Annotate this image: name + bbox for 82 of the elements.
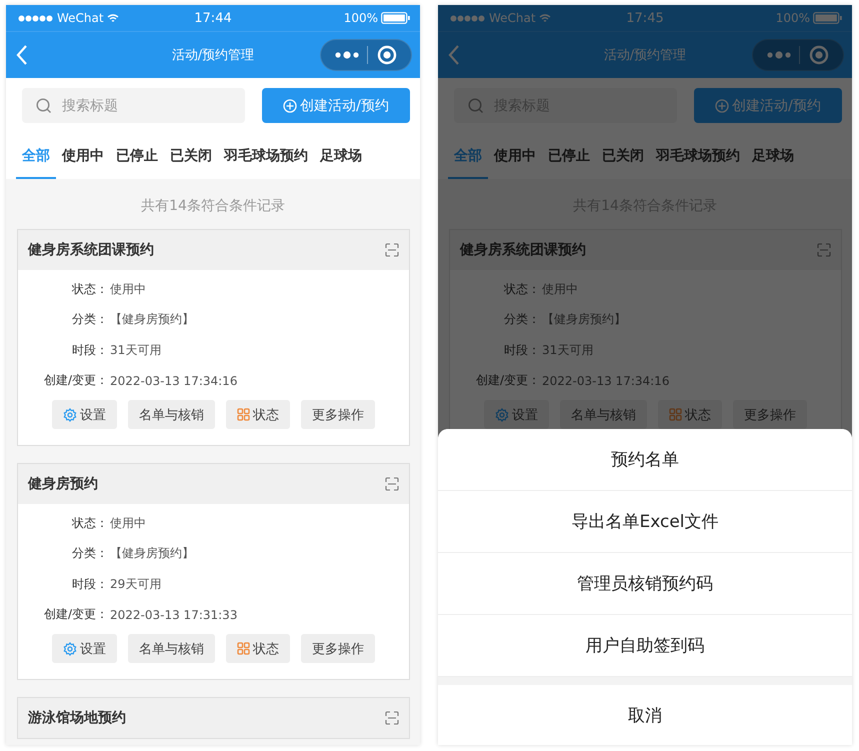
field-value: 31天可用 (109, 342, 162, 359)
scan-icon[interactable] (385, 243, 399, 257)
field-value: 使用中 (541, 280, 578, 298)
field-label: 分类： (503, 311, 540, 328)
carrier-name: WeChat (489, 11, 536, 25)
action-button[interactable]: 名单与核销 (128, 634, 215, 663)
sheet-option[interactable]: 预约名单 (438, 429, 852, 491)
page-title: 活动/预约管理 (172, 47, 254, 64)
filter-tab[interactable]: 已停止 (110, 123, 164, 179)
close-circle-icon[interactable] (376, 45, 397, 65)
field-value: 29天可用 (109, 576, 162, 593)
carrier-name: WeChat (57, 11, 104, 25)
battery-icon (813, 12, 842, 24)
action-button[interactable]: 设置 (52, 634, 117, 663)
plus-circle-icon (283, 98, 298, 112)
filter-tab[interactable]: 足球场 (314, 123, 368, 179)
field-label: 时段： (503, 342, 540, 359)
action-button[interactable]: 设置 (52, 400, 117, 429)
battery-percent: 100% (776, 11, 810, 25)
card-title: 健身房预约 (28, 475, 98, 493)
search-icon (36, 98, 52, 114)
field-label: 创建/变更： (474, 372, 540, 390)
filter-tab[interactable]: 羽毛球场预约 (218, 123, 314, 179)
close-circle-icon[interactable] (808, 45, 829, 65)
field-label: 时段： (71, 576, 108, 593)
back-icon[interactable] (448, 45, 460, 65)
action-button[interactable]: 更多操作 (301, 634, 375, 663)
scan-icon[interactable] (385, 711, 399, 725)
scan-icon[interactable] (817, 243, 831, 257)
signal-dots-icon (18, 14, 54, 22)
sheet-option[interactable]: 管理员核销预约码 (438, 553, 852, 615)
grid-icon (237, 408, 250, 421)
field-label: 分类： (71, 311, 108, 328)
card-title: 健身房系统团课预约 (460, 241, 586, 259)
field-value: 2022-03-13 17:34:16 (109, 374, 238, 388)
field-label: 创建/变更： (42, 606, 108, 624)
back-icon[interactable] (16, 45, 28, 65)
search-icon (468, 98, 484, 114)
action-button[interactable]: 名单与核销 (128, 400, 215, 429)
status-time: 17:44 (194, 10, 232, 26)
field-label: 状态： (71, 280, 108, 298)
field-value: 2022-03-13 17:34:16 (541, 374, 670, 388)
field-value: 2022-03-13 17:31:33 (109, 608, 238, 622)
page-title: 活动/预约管理 (604, 47, 686, 64)
action-button[interactable]: 状态 (226, 400, 290, 429)
field-value: 使用中 (109, 514, 146, 532)
gear-icon (63, 408, 77, 422)
field-value: 【健身房预约】 (541, 311, 626, 328)
signal-dots-icon (450, 14, 486, 22)
field-label: 创建/变更： (42, 372, 108, 390)
field-value: 31天可用 (541, 342, 594, 359)
field-label: 状态： (71, 514, 108, 532)
field-label: 分类： (71, 545, 108, 562)
field-label: 状态： (503, 280, 540, 298)
status-time: 17:45 (626, 10, 664, 26)
sheet-option[interactable]: 导出名单Excel文件 (438, 491, 852, 553)
gear-icon (495, 408, 509, 422)
card-title: 游泳馆场地预约 (28, 709, 126, 727)
field-value: 【健身房预约】 (109, 311, 194, 328)
battery-percent: 100% (344, 11, 378, 25)
filter-tab[interactable]: 已关闭 (164, 123, 218, 179)
record-count: 共有14条符合条件记录 (140, 197, 286, 216)
sheet-option[interactable]: 用户自助签到码 (438, 615, 852, 677)
grid-icon (669, 408, 682, 421)
wifi-icon (538, 14, 551, 22)
action-button[interactable]: 更多操作 (301, 400, 375, 429)
action-button[interactable]: 状态 (226, 634, 290, 663)
cancel-button[interactable]: 取消 (438, 685, 852, 745)
field-value: 使用中 (109, 280, 146, 298)
battery-icon (381, 12, 410, 24)
field-value: 【健身房预约】 (109, 545, 194, 562)
plus-circle-icon (715, 98, 730, 112)
more-icon[interactable] (767, 51, 792, 59)
card-title: 健身房系统团课预约 (28, 241, 154, 259)
more-icon[interactable] (335, 51, 360, 59)
grid-icon (237, 642, 250, 655)
wifi-icon (106, 14, 119, 22)
filter-tab[interactable]: 使用中 (56, 123, 110, 179)
gear-icon (63, 642, 77, 656)
search-field[interactable]: 搜索标题 (22, 88, 245, 123)
field-label: 时段： (71, 342, 108, 359)
scan-icon[interactable] (385, 477, 399, 491)
